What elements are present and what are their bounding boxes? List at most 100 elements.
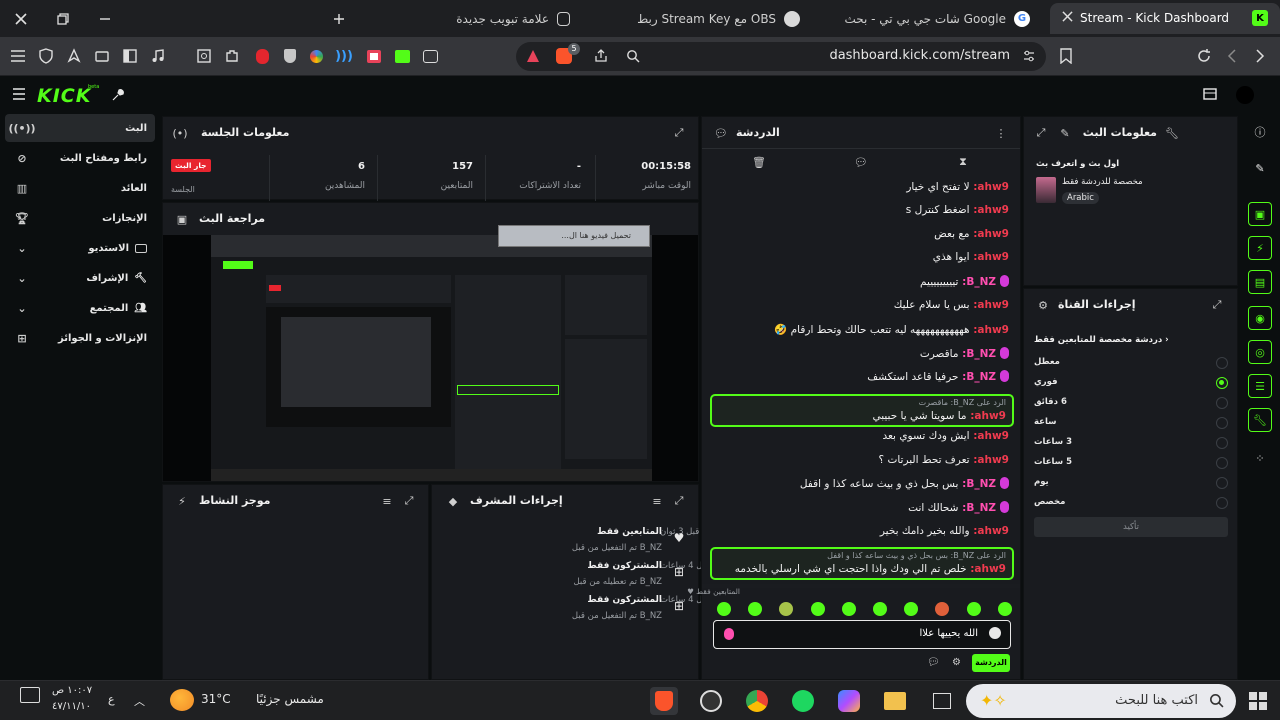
emote-button[interactable] xyxy=(966,602,981,616)
shield-icon[interactable] xyxy=(36,46,56,66)
nav-item-revenue[interactable]: ▥ العائد xyxy=(5,174,155,202)
radio-button[interactable] xyxy=(1216,377,1228,389)
list-icon[interactable]: ☰ xyxy=(1248,374,1272,398)
weather-temp[interactable]: 31°C xyxy=(201,692,231,706)
search-icon[interactable] xyxy=(626,49,640,63)
chat-username[interactable]: B_NZ xyxy=(966,478,996,490)
nav-item-community[interactable]: ⌄ المجتمع 👥︎ xyxy=(5,294,155,322)
clock-date[interactable]: ٤٧/١١/١٠ xyxy=(52,701,91,712)
emote-button[interactable] xyxy=(873,602,887,616)
chat-bubble-icon[interactable]: 💬︎ xyxy=(927,657,940,668)
chat-username[interactable]: ahw9 xyxy=(977,181,1009,193)
adblock-icon[interactable] xyxy=(252,46,272,66)
colorful-ext-icon[interactable] xyxy=(306,46,326,66)
reload-icon[interactable] xyxy=(1194,46,1214,66)
chat-message[interactable]: ahw9: لا تفتح اي خيار xyxy=(714,181,1009,203)
wifi-icon[interactable]: ))) xyxy=(334,46,354,66)
radio-button[interactable] xyxy=(1216,477,1228,489)
chat-scrollbar[interactable] xyxy=(702,584,1020,588)
notifications-icon[interactable] xyxy=(20,687,40,703)
chat-username[interactable]: ahw9 xyxy=(977,454,1009,466)
chat-message[interactable]: ahw9: اضغط كنترل s xyxy=(714,204,1009,226)
slow-mode-option[interactable]: معطل xyxy=(1032,355,1232,373)
back-icon[interactable] xyxy=(1222,46,1242,66)
screenshot-icon[interactable] xyxy=(194,46,214,66)
chat-message[interactable]: ahw9: مع بعض xyxy=(714,228,1009,250)
nav-item-achievements[interactable]: 🏆︎ الإنجازات xyxy=(5,204,155,232)
chat-username[interactable]: ahw9 xyxy=(977,324,1009,336)
tab-obs-stream-key[interactable]: ربط Stream Key مع OBS xyxy=(590,3,812,34)
clock-time[interactable]: ١٠:٠٧ ص xyxy=(52,685,92,696)
taskbar-search[interactable]: ✦✧ اكتب هنا للبحث xyxy=(966,684,1236,718)
chat-message[interactable]: ahw9: والله بخير دامك بخير xyxy=(714,525,1009,547)
tab-google-search[interactable]: شات جي بي تي - بحث Google G xyxy=(820,3,1042,34)
spotify-taskbar-icon[interactable] xyxy=(789,687,817,715)
slow-mode-option[interactable]: 5 ساعات xyxy=(1032,455,1232,473)
extensions-icon[interactable] xyxy=(222,46,242,66)
broadcast-icon[interactable]: ◎ xyxy=(1248,340,1272,364)
capture-icon[interactable]: ▣ xyxy=(1248,202,1272,226)
chat-username[interactable]: ahw9 xyxy=(977,430,1009,442)
chat-input[interactable]: الله يحييها علاا xyxy=(713,620,1011,649)
forward-icon[interactable] xyxy=(1250,46,1270,66)
popout-icon[interactable]: ⤢ xyxy=(672,494,686,508)
nav-item-drops[interactable]: ⊞ الإنزالات و الجوائز xyxy=(5,324,155,352)
chat-message[interactable]: B_NZ: ماقصرت xyxy=(714,347,1009,369)
sidebar-icon[interactable] xyxy=(120,46,140,66)
radio-button[interactable] xyxy=(1216,397,1228,409)
menu-icon[interactable] xyxy=(8,46,28,66)
radio-button[interactable] xyxy=(1216,497,1228,509)
filter-icon[interactable]: ≡ xyxy=(650,494,664,508)
restore-window-button[interactable] xyxy=(42,0,84,37)
hourglass-icon[interactable]: ⧗ xyxy=(956,155,970,169)
language-indicator[interactable]: ع xyxy=(108,693,115,706)
chat-message[interactable]: B_NZ: بس بحل ذي و بيث ساعه كذا و اقفل xyxy=(714,477,1009,499)
chrome-taskbar-icon[interactable] xyxy=(743,687,771,715)
shield-ext-icon[interactable] xyxy=(280,46,300,66)
nav-item-studio[interactable]: ⌄ الاستديو xyxy=(5,234,155,262)
kick-logo[interactable]: KICK xyxy=(37,85,91,107)
music-icon[interactable] xyxy=(148,46,168,66)
nav-item-moderation[interactable]: ⌄ الإشراف 🔨︎ xyxy=(5,264,155,292)
emote-button[interactable] xyxy=(841,602,856,616)
more-icon[interactable]: ⋮ xyxy=(994,126,1008,140)
chat-message[interactable]: ahw9: ايوا هذي xyxy=(714,251,1009,273)
close-tab-icon[interactable] xyxy=(1062,11,1073,22)
more-icon[interactable]: ⁘ xyxy=(1248,446,1272,470)
chat-bubble-icon[interactable]: 💬︎ xyxy=(854,155,868,169)
slow-mode-option[interactable]: مخصص xyxy=(1032,495,1232,513)
new-tab-button[interactable] xyxy=(318,0,360,37)
confirm-button[interactable]: تأكيد xyxy=(1034,517,1228,537)
popout-icon[interactable]: ⤢ xyxy=(1034,126,1048,140)
warning-icon[interactable] xyxy=(526,49,540,63)
pocket-icon[interactable] xyxy=(364,46,384,66)
chat-send-button[interactable]: الدردشة xyxy=(972,654,1010,672)
popout-icon[interactable]: ⤢ xyxy=(1210,298,1224,312)
chat-username[interactable]: ahw9 xyxy=(977,204,1009,216)
minimize-window-button[interactable] xyxy=(84,0,126,37)
chat-message[interactable]: ahw9: تعرف تحط البرتات ؟ xyxy=(714,454,1009,476)
emote-button[interactable] xyxy=(748,602,763,616)
windows-start-icon[interactable] xyxy=(1249,692,1267,710)
slow-mode-back[interactable]: ‹ دردشة مخصصة للمتابعين فقط xyxy=(1034,335,1169,345)
nav-item-stream-key[interactable]: ⊘ رابط ومفتاح البث xyxy=(5,144,155,172)
hamburger-icon[interactable] xyxy=(12,88,26,100)
emote-button[interactable] xyxy=(810,602,825,616)
filter-icon[interactable]: ≡ xyxy=(380,494,394,508)
radio-button[interactable] xyxy=(1216,437,1228,449)
explorer-taskbar-icon[interactable] xyxy=(881,687,909,715)
popout-icon[interactable]: ⤢ xyxy=(402,494,416,508)
slow-mode-option[interactable]: 6 دقائق xyxy=(1032,395,1232,413)
slow-mode-option[interactable]: ساعة xyxy=(1032,415,1232,433)
gear-icon[interactable]: ⚙ xyxy=(952,657,961,668)
slow-mode-option[interactable]: 3 ساعات xyxy=(1032,435,1232,453)
chat-message[interactable]: B_NZ: تيييييييييم xyxy=(714,275,1009,297)
obs-taskbar-icon[interactable] xyxy=(697,687,725,715)
emote-button[interactable] xyxy=(717,602,731,616)
bolt-icon[interactable]: ⚡︎ xyxy=(1248,236,1272,260)
chat-username[interactable]: ahw9 xyxy=(977,525,1009,537)
chat-message[interactable]: ahw9: هههههههههههه ليه تتعب حالك وتحط ار… xyxy=(714,323,1009,345)
chat-message[interactable]: B_NZ: شحالك انت xyxy=(714,501,1009,523)
chevron-up-icon[interactable]: ︿ xyxy=(134,693,145,709)
tab-kick-dashboard[interactable]: Stream - Kick Dashboard K xyxy=(1050,3,1280,34)
